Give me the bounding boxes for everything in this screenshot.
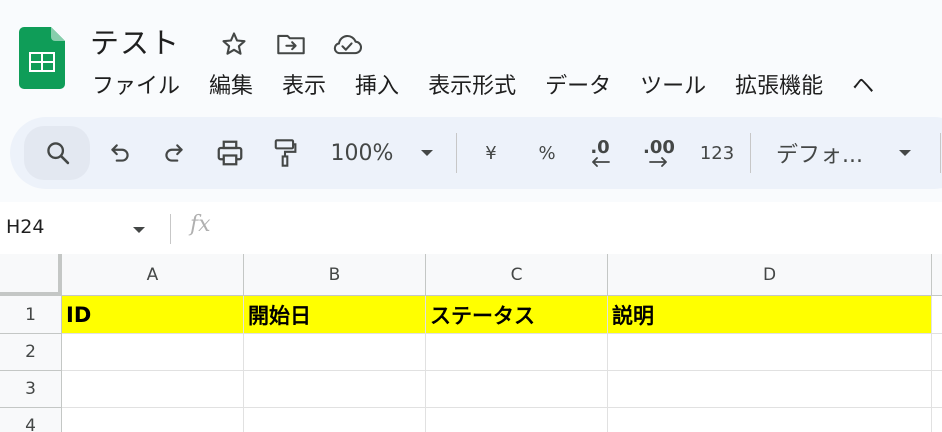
cell-b1[interactable]: 開始日	[244, 296, 426, 334]
column-header-c[interactable]: C	[426, 254, 608, 296]
document-title[interactable]: テスト	[90, 20, 180, 62]
cell-c1[interactable]: ステータス	[426, 296, 608, 334]
menu-tools[interactable]: ツール	[640, 68, 706, 100]
column-header-e[interactable]	[932, 254, 942, 296]
sheets-logo-icon[interactable]	[19, 27, 65, 89]
currency-format-button[interactable]: ¥	[476, 117, 506, 189]
arrow-right-icon	[649, 157, 667, 167]
decrease-decimal-button[interactable]: .0	[578, 117, 622, 189]
cell-d1[interactable]: 説明	[608, 296, 932, 334]
name-box[interactable]: H24	[6, 216, 44, 238]
decrease-decimal-label: .0	[590, 137, 610, 158]
function-icon: fx	[190, 212, 211, 237]
print-icon[interactable]	[210, 117, 250, 189]
row-header-2[interactable]: 2	[0, 334, 62, 371]
column-header-d[interactable]: D	[608, 254, 932, 296]
cell-b4[interactable]	[244, 408, 426, 432]
menu-help[interactable]: ヘ	[852, 68, 874, 100]
paint-format-icon[interactable]	[265, 117, 305, 189]
cell-d4[interactable]	[608, 408, 932, 432]
menu-edit[interactable]: 編集	[209, 68, 253, 100]
menu-data[interactable]: データ	[545, 68, 611, 100]
menu-insert[interactable]: 挿入	[355, 68, 399, 100]
increase-decimal-button[interactable]: .00	[634, 117, 684, 189]
more-formats-button[interactable]: 123	[696, 117, 738, 189]
row-header-3[interactable]: 3	[0, 371, 62, 408]
star-icon[interactable]	[218, 28, 250, 60]
row-header-1[interactable]: 1	[0, 296, 62, 334]
formula-bar: H24 fx	[0, 202, 942, 254]
search-menus-icon[interactable]	[38, 117, 78, 189]
cell-a3[interactable]	[62, 371, 244, 408]
column-header-a[interactable]: A	[62, 254, 244, 296]
cloud-saved-icon[interactable]	[331, 28, 363, 60]
formula-divider	[170, 214, 171, 244]
select-all-corner[interactable]	[0, 254, 62, 296]
menu-extensions[interactable]: 拡張機能	[735, 68, 823, 100]
cell-a1[interactable]: ID	[62, 296, 244, 334]
cell-a2[interactable]	[62, 334, 244, 371]
move-folder-icon[interactable]	[275, 28, 307, 60]
zoom-dropdown-arrow-icon[interactable]	[414, 117, 440, 189]
name-box-dropdown-icon[interactable]	[132, 220, 146, 239]
menu-bar: ファイル 編集 表示 挿入 表示形式 データ ツール 拡張機能 ヘ	[92, 68, 903, 100]
cell-e2[interactable]	[932, 334, 942, 371]
font-family-select[interactable]: デフォ...	[776, 117, 888, 189]
row-header-4[interactable]: 4	[0, 408, 62, 432]
cell-c4[interactable]	[426, 408, 608, 432]
toolbar-divider	[750, 133, 751, 173]
menu-file[interactable]: ファイル	[92, 68, 180, 100]
font-dropdown-arrow-icon[interactable]	[892, 117, 918, 189]
spreadsheet-app: テスト ファイル 編集 表示 挿入 表示形式 データ ツール 拡張機能 ヘ 10…	[0, 0, 942, 432]
cell-b3[interactable]	[244, 371, 426, 408]
zoom-value[interactable]: 100%	[324, 117, 400, 189]
redo-icon[interactable]	[156, 117, 192, 189]
percent-format-button[interactable]: %	[532, 117, 562, 189]
cell-d2[interactable]	[608, 334, 932, 371]
increase-decimal-label: .00	[643, 137, 675, 158]
column-header-b[interactable]: B	[244, 254, 426, 296]
cell-e3[interactable]	[932, 371, 942, 408]
cell-d3[interactable]	[608, 371, 932, 408]
cell-c2[interactable]	[426, 334, 608, 371]
cell-e4[interactable]	[932, 408, 942, 432]
undo-icon[interactable]	[102, 117, 138, 189]
cell-c3[interactable]	[426, 371, 608, 408]
toolbar-divider	[940, 133, 941, 173]
sheet-grid: A B C D 1 2 3 4 ID 開始日 ステータス 説明	[0, 254, 942, 432]
cell-a4[interactable]	[62, 408, 244, 432]
menu-view[interactable]: 表示	[282, 68, 326, 100]
arrow-left-icon	[592, 157, 610, 167]
cell-b2[interactable]	[244, 334, 426, 371]
menu-format[interactable]: 表示形式	[428, 68, 516, 100]
toolbar: 100% ¥ % .0 .00 123 デフォ...	[10, 117, 942, 189]
toolbar-divider	[456, 133, 457, 173]
cell-e1[interactable]	[932, 296, 942, 334]
